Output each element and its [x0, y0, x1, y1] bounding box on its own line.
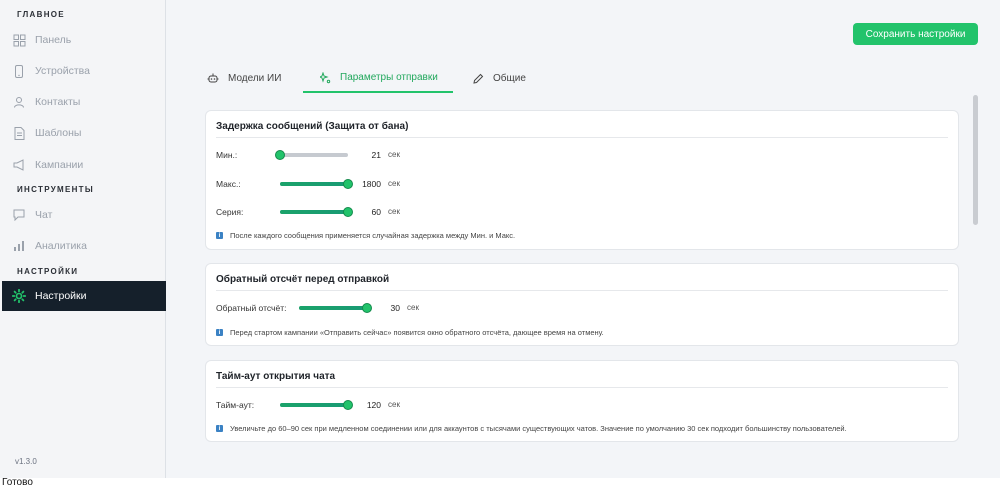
sidebar-item-label: Кампании [35, 159, 84, 171]
document-icon [12, 126, 26, 140]
timeout-value: 120 [366, 400, 381, 410]
tab-send-params[interactable]: Параметры отправки [303, 64, 453, 93]
min-value: 21 [371, 150, 381, 160]
info-icon: i [216, 232, 223, 239]
megaphone-icon [12, 158, 26, 172]
phone-icon [12, 64, 26, 78]
sparkle-icon [320, 71, 331, 84]
sidebar-item-label: Аналитика [35, 240, 87, 252]
timeout-slider[interactable] [280, 400, 353, 410]
message-delay-card: Задержка сообщений (Защита от бана) Мин.… [205, 110, 959, 250]
sidebar-item-label: Устройства [35, 65, 90, 77]
slider-fill [299, 306, 367, 310]
max-value: 1800 [362, 179, 381, 189]
sidebar-item-devices[interactable]: Устройства [2, 57, 166, 85]
tab-label: Общие [493, 73, 526, 84]
chat-bubble-icon [12, 208, 26, 222]
slider-fill [280, 210, 348, 214]
min-slider[interactable] [275, 150, 348, 160]
app-version: v1.3.0 [15, 457, 37, 466]
card-title: Задержка сообщений (Защита от бана) [216, 121, 409, 132]
section-title-tools: ИНСТРУМЕНТЫ [17, 185, 94, 194]
slider-fill [280, 182, 348, 186]
max-slider[interactable] [280, 179, 353, 189]
info-note: i Увеличьте до 60–90 сек при медленном с… [216, 424, 847, 433]
slider-fill [280, 403, 348, 407]
pencil-icon [473, 73, 484, 84]
countdown-value: 30 [390, 303, 400, 313]
info-text: После каждого сообщения применяется случ… [230, 231, 516, 240]
info-note: i После каждого сообщения применяется сл… [216, 231, 515, 240]
max-label: Макс.: [216, 179, 241, 189]
series-slider[interactable] [280, 207, 353, 217]
scrollbar[interactable] [973, 95, 978, 225]
gear-icon [12, 289, 26, 303]
sidebar-item-label: Панель [35, 34, 72, 46]
min-unit: сек [388, 150, 400, 159]
divider [216, 387, 948, 388]
slider-thumb[interactable] [275, 150, 285, 160]
status-text: Готово [2, 477, 33, 487]
tab-label: Параметры отправки [340, 72, 438, 83]
info-icon: i [216, 329, 223, 336]
sidebar-item-panel[interactable]: Панель [2, 26, 166, 54]
sidebar-item-label: Шаблоны [35, 127, 82, 139]
user-icon [12, 95, 26, 109]
info-icon: i [216, 425, 223, 432]
timeout-label: Тайм-аут: [216, 400, 255, 410]
sidebar-item-templates[interactable]: Шаблоны [2, 119, 166, 147]
info-text: Увеличьте до 60–90 сек при медленном сое… [230, 424, 847, 433]
countdown-unit: сек [407, 303, 419, 312]
sidebar-item-campaigns[interactable]: Кампании [2, 151, 166, 179]
sidebar-item-chat[interactable]: Чат [2, 201, 166, 229]
max-unit: сек [388, 179, 400, 188]
info-note: i Перед стартом кампании «Отправить сейч… [216, 328, 604, 337]
status-bar [0, 478, 1000, 487]
series-label: Серия: [216, 207, 244, 217]
chat-timeout-card: Тайм-аут открытия чата Тайм-аут: 120 сек… [205, 360, 959, 442]
countdown-slider[interactable] [299, 303, 372, 313]
sidebar: ГЛАВНОЕ Панель Устройства Контакты Шабло… [0, 0, 166, 478]
grid-icon [12, 33, 26, 47]
robot-icon [207, 73, 219, 84]
sidebar-item-settings[interactable]: Настройки [2, 281, 166, 311]
tab-general[interactable]: Общие [473, 64, 526, 93]
tab-label: Модели ИИ [228, 73, 282, 84]
divider [216, 290, 948, 291]
sidebar-item-label: Настройки [35, 290, 87, 302]
card-title: Тайм-аут открытия чата [216, 371, 336, 382]
sidebar-item-label: Чат [35, 209, 53, 221]
min-label: Мин.: [216, 150, 238, 160]
bar-chart-icon [12, 239, 26, 253]
countdown-label: Обратный отсчёт: [216, 303, 287, 313]
tab-ai-models[interactable]: Модели ИИ [207, 64, 281, 93]
series-unit: сек [388, 207, 400, 216]
info-text: Перед стартом кампании «Отправить сейчас… [230, 328, 604, 337]
divider [216, 137, 948, 138]
timeout-unit: сек [388, 400, 400, 409]
countdown-card: Обратный отсчёт перед отправкой Обратный… [205, 263, 959, 346]
save-settings-button[interactable]: Сохранить настройки [853, 23, 978, 45]
sidebar-item-analytics[interactable]: Аналитика [2, 232, 166, 260]
card-title: Обратный отсчёт перед отправкой [216, 274, 390, 285]
sidebar-item-contacts[interactable]: Контакты [2, 88, 166, 116]
section-title-main: ГЛАВНОЕ [17, 10, 65, 19]
series-value: 60 [371, 207, 381, 217]
sidebar-item-label: Контакты [35, 96, 81, 108]
section-title-settings: НАСТРОЙКИ [17, 267, 79, 276]
